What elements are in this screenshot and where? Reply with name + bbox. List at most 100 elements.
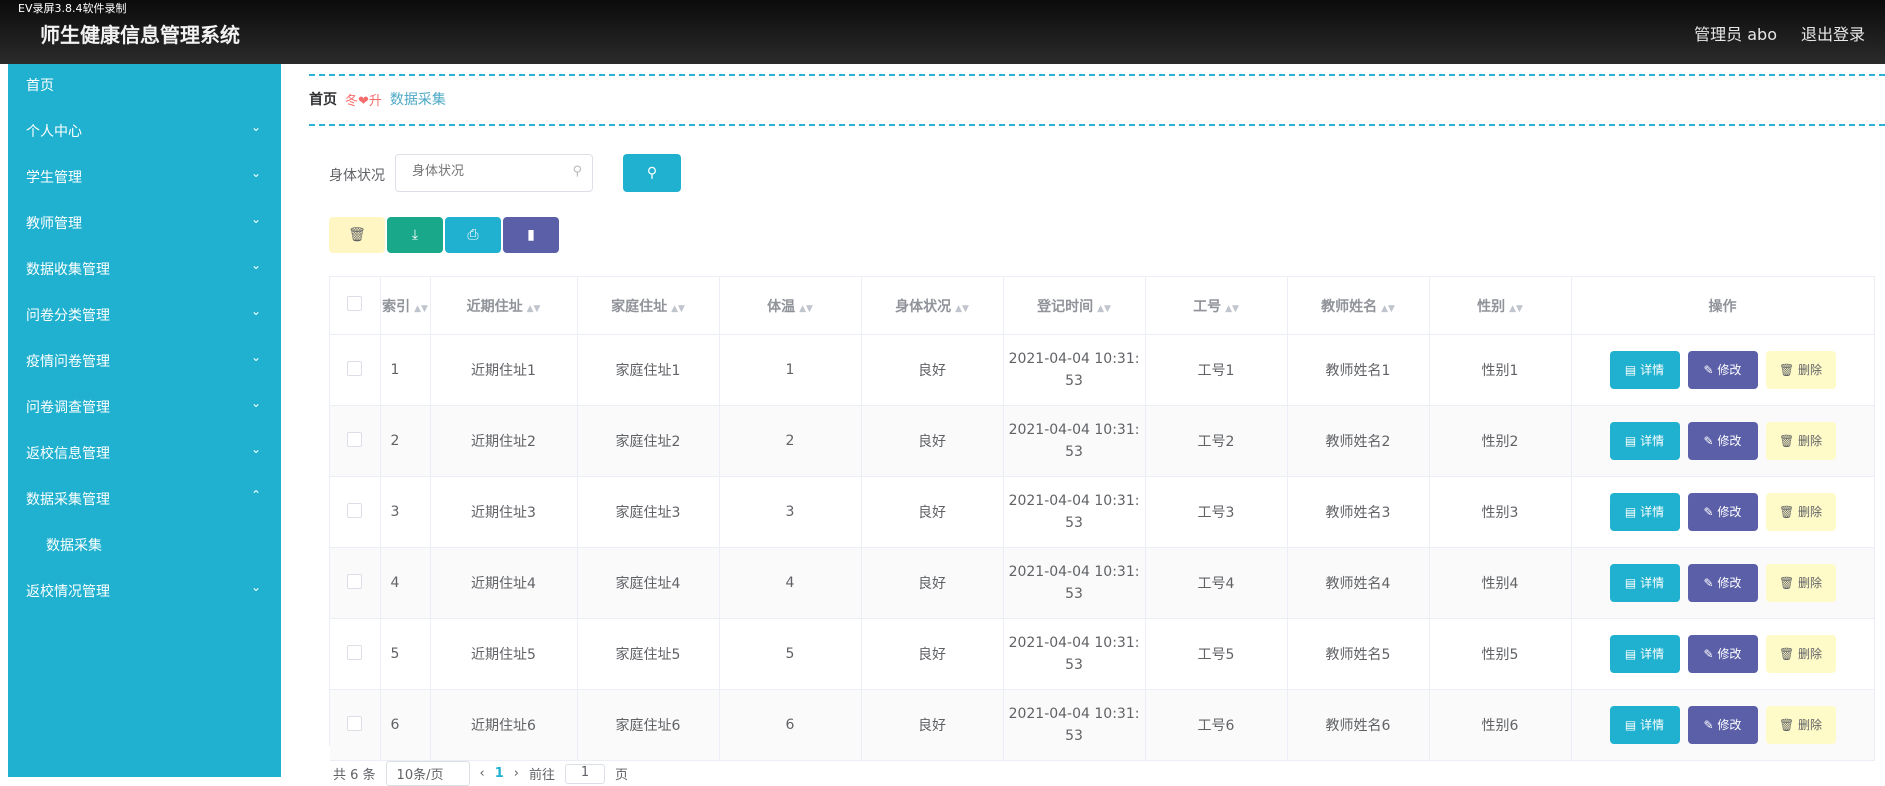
time-line: 2021-04-04 10:31: (1008, 635, 1140, 651)
chevron-down-icon: ⌄ (250, 304, 261, 318)
sort-icon: ▲▼ (1509, 303, 1523, 314)
admin-label[interactable]: 管理员 abo (1694, 21, 1777, 45)
sidebar-item-data-gathering[interactable]: 数据采集管理 ⌃ (8, 478, 281, 518)
page-size-select[interactable]: 10条/页 (385, 761, 470, 786)
detail-button[interactable]: ▤ 详情 (1609, 635, 1680, 673)
cell-job-number: 工号2 (1145, 405, 1288, 477)
cell-temperature: 5 (719, 618, 862, 690)
delete-button-label: 删除 (1798, 505, 1823, 519)
column-header[interactable]: 登记时间 ▲▼ (1003, 277, 1146, 335)
detail-button[interactable]: ▤ 详情 (1609, 351, 1680, 389)
time-line: 2021-04-04 10:31: (1008, 493, 1140, 509)
detail-button[interactable]: ▤ 详情 (1609, 564, 1680, 602)
sidebar-item-label: 疫情问卷管理 (26, 354, 110, 370)
data-table: 索引 ▲▼ 近期住址 ▲▼ 家庭住址 ▲▼ 体温 ▲▼ 身体状况 ▲▼ 登记时间 ▲▼ 工号… (329, 276, 1875, 761)
cell-actions: ▤ 详情 ✎ 修改 🗑 删除 (1571, 689, 1875, 761)
delete-button[interactable]: 🗑 删除 (1765, 706, 1836, 744)
chevron-down-icon: ⌄ (250, 166, 261, 180)
delete-button[interactable]: 🗑 删除 (1765, 422, 1836, 460)
row-checkbox[interactable] (330, 689, 381, 761)
sidebar-item-students[interactable]: 学生管理 ⌄ (8, 156, 281, 196)
cell-gender: 性别1 (1429, 334, 1572, 406)
sort-icon: ▲▼ (955, 303, 969, 314)
edit-button[interactable]: ✎ 修改 (1687, 493, 1758, 531)
row-checkbox[interactable] (330, 618, 381, 690)
sidebar-item-return-info[interactable]: 返校信息管理 ⌄ (8, 432, 281, 472)
print-button[interactable]: ⎙ (445, 217, 501, 253)
prev-page-button[interactable]: ‹ (480, 766, 485, 781)
column-header[interactable]: 身体状况 ▲▼ (861, 277, 1004, 335)
cell-index: 3 (380, 476, 431, 548)
sidebar-item-label: 问卷调查管理 (26, 400, 110, 416)
next-page-button[interactable]: › (514, 766, 519, 781)
column-header[interactable]: 教师姓名 ▲▼ (1287, 277, 1430, 335)
row-checkbox[interactable] (330, 405, 381, 477)
chart-button[interactable]: ▮ (503, 217, 559, 253)
time-line: 2021-04-04 10:31: (1008, 422, 1140, 438)
search-field[interactable]: ⚲ (395, 154, 593, 192)
search-input[interactable] (410, 163, 564, 180)
sidebar-item-personal[interactable]: 个人中心 ⌄ (8, 110, 281, 150)
cell-actions: ▤ 详情 ✎ 修改 🗑 删除 (1571, 618, 1875, 690)
time-line: 53 (1065, 586, 1083, 602)
cell-temperature: 1 (719, 334, 862, 406)
table-row: 1 近期住址1 家庭住址1 1 良好 2021-04-04 10:31: 53 工… (330, 334, 1875, 406)
download-button[interactable]: ⤓ (387, 217, 443, 253)
detail-button[interactable]: ▤ 详情 (1609, 493, 1680, 531)
cell-home-address: 家庭住址5 (577, 618, 720, 690)
select-all-checkbox[interactable] (330, 277, 381, 335)
sidebar-item-home[interactable]: 首页 (8, 64, 281, 104)
detail-button[interactable]: ▤ 详情 (1609, 422, 1680, 460)
edit-button[interactable]: ✎ 修改 (1687, 351, 1758, 389)
edit-button[interactable]: ✎ 修改 (1687, 422, 1758, 460)
sidebar-item-survey[interactable]: 问卷调查管理 ⌄ (8, 386, 281, 426)
sidebar-subitem-data-gathering[interactable]: 数据采集 (8, 524, 281, 564)
document-icon: ▤ (1624, 434, 1641, 448)
cell-index: 2 (380, 405, 431, 477)
bar-chart-icon: ▮ (527, 227, 535, 243)
sidebar-item-questionnaire-category[interactable]: 问卷分类管理 ⌄ (8, 294, 281, 334)
pencil-icon: ✎ (1703, 718, 1718, 732)
delete-button-label: 删除 (1798, 647, 1823, 661)
column-header[interactable]: 工号 ▲▼ (1145, 277, 1288, 335)
pencil-icon: ✎ (1703, 505, 1718, 519)
sidebar-item-label: 数据采集管理 (26, 492, 110, 508)
column-header[interactable]: 索引 ▲▼ (380, 277, 431, 335)
column-header[interactable]: 性别 ▲▼ (1429, 277, 1572, 335)
sidebar-item-data-collection[interactable]: 数据收集管理 ⌄ (8, 248, 281, 288)
delete-button[interactable]: 🗑 删除 (1765, 351, 1836, 389)
column-header[interactable]: 近期住址 ▲▼ (430, 277, 578, 335)
document-icon: ▤ (1624, 363, 1641, 377)
row-checkbox[interactable] (330, 476, 381, 548)
row-checkbox[interactable] (330, 547, 381, 619)
time-line: 2021-04-04 10:31: (1008, 706, 1140, 722)
column-header[interactable]: 体温 ▲▼ (719, 277, 862, 335)
edit-button[interactable]: ✎ 修改 (1687, 635, 1758, 673)
document-icon: ▤ (1624, 718, 1641, 732)
page-number[interactable]: 1 (495, 766, 504, 781)
trash-icon: 🗑 (1778, 647, 1799, 661)
breadcrumb-home[interactable]: 首页 (309, 89, 337, 109)
logout-link[interactable]: 退出登录 (1801, 21, 1865, 45)
search-button[interactable]: ⚲ (623, 154, 681, 192)
sidebar-item-teachers[interactable]: 教师管理 ⌄ (8, 202, 281, 242)
cell-recent-address: 近期住址1 (430, 334, 578, 406)
sidebar-item-label: 教师管理 (26, 216, 82, 232)
document-icon: ▤ (1624, 647, 1641, 661)
sidebar-item-return-status[interactable]: 返校情况管理 ⌄ (8, 570, 281, 610)
document-icon: ▤ (1624, 576, 1641, 590)
sidebar-item-epidemic-questionnaire[interactable]: 疫情问卷管理 ⌄ (8, 340, 281, 380)
column-header[interactable]: 家庭住址 ▲▼ (577, 277, 720, 335)
cell-health-status: 良好 (861, 689, 1004, 761)
delete-button[interactable]: 🗑 删除 (1765, 493, 1836, 531)
delete-button[interactable]: 🗑 删除 (1765, 635, 1836, 673)
column-header-label: 身体状况 (895, 298, 952, 315)
batch-delete-button[interactable]: 🗑 (329, 217, 385, 253)
edit-button[interactable]: ✎ 修改 (1687, 564, 1758, 602)
row-checkbox[interactable] (330, 334, 381, 406)
detail-button[interactable]: ▤ 详情 (1609, 706, 1680, 744)
goto-input[interactable]: 1 (565, 763, 606, 784)
edit-button[interactable]: ✎ 修改 (1687, 706, 1758, 744)
trash-icon: 🗑 (1778, 363, 1799, 377)
delete-button[interactable]: 🗑 删除 (1765, 564, 1836, 602)
